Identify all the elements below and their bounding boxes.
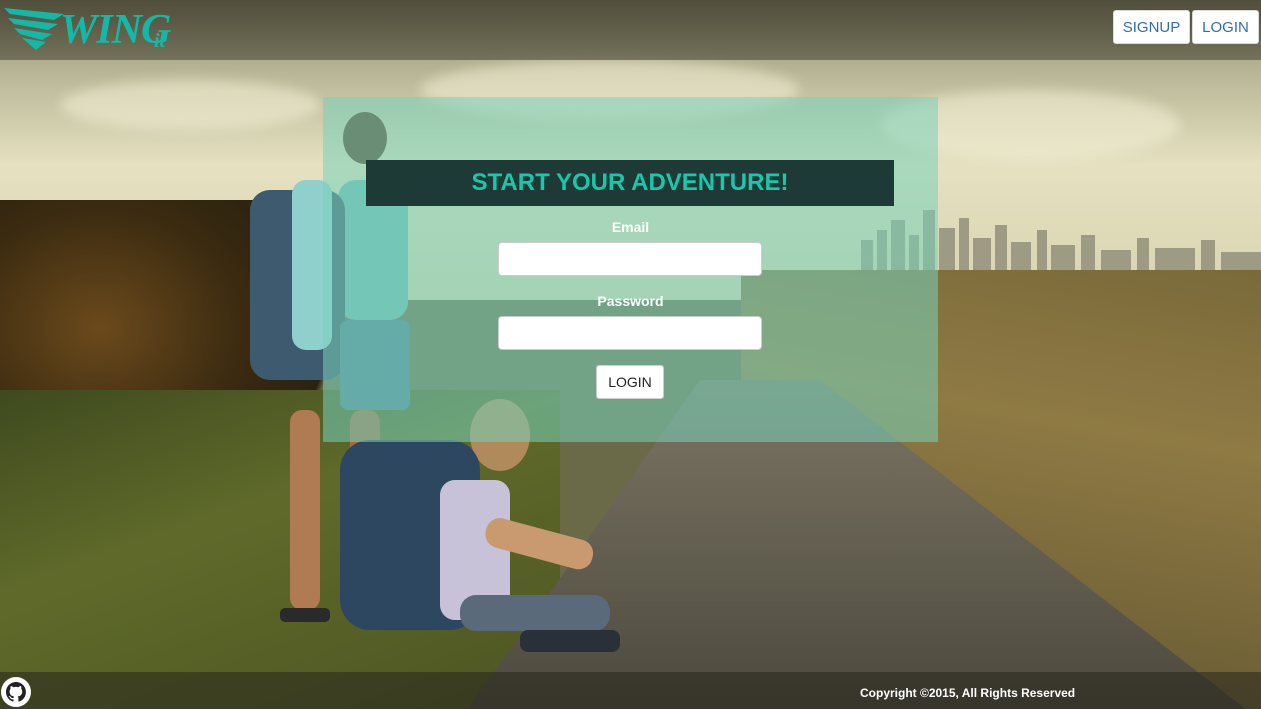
login-nav-button[interactable]: LOGIN bbox=[1192, 10, 1259, 44]
password-field[interactable] bbox=[498, 316, 762, 350]
wingit-logo[interactable]: WING it bbox=[2, 2, 192, 58]
github-icon[interactable] bbox=[0, 676, 32, 708]
email-field[interactable] bbox=[498, 242, 762, 276]
top-navbar: WING it SIGNUP LOGIN bbox=[0, 0, 1261, 60]
login-card: START YOUR ADVENTURE! Email Password LOG… bbox=[323, 97, 938, 442]
card-title: START YOUR ADVENTURE! bbox=[366, 160, 894, 206]
footer: Copyright ©2015, All Rights Reserved bbox=[0, 672, 1261, 709]
copyright-text: Copyright ©2015, All Rights Reserved bbox=[860, 686, 1076, 700]
logo-suffix: it bbox=[154, 30, 166, 52]
email-label: Email bbox=[611, 219, 650, 235]
signup-button[interactable]: SIGNUP bbox=[1113, 10, 1190, 44]
password-label: Password bbox=[597, 293, 664, 309]
login-submit-button[interactable]: LOGIN bbox=[596, 365, 664, 399]
